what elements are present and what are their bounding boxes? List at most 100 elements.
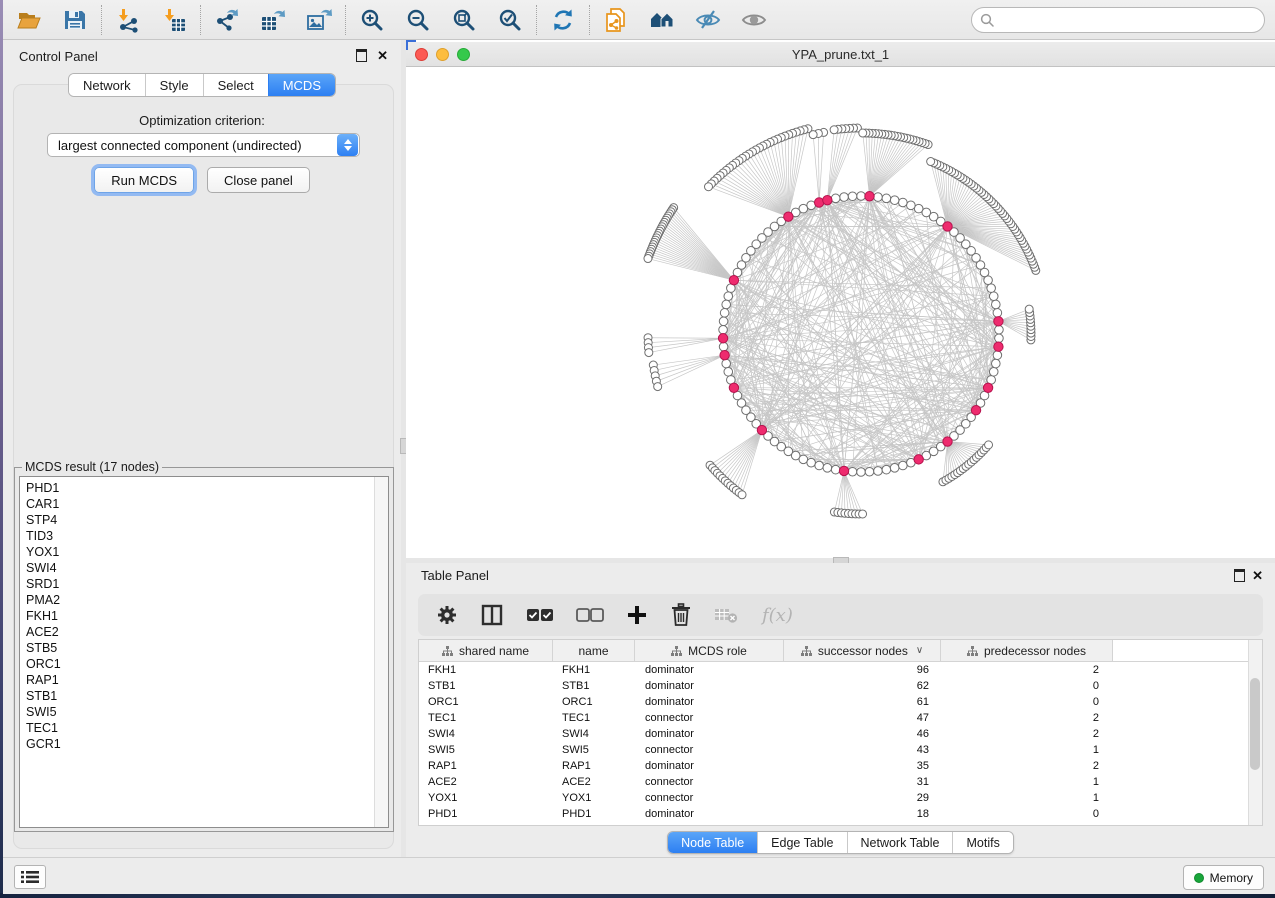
float-panel-icon[interactable]	[356, 49, 367, 67]
cell-successor-nodes: 35	[784, 760, 941, 772]
column-header-predecessor-nodes[interactable]: predecessor nodes	[941, 640, 1113, 661]
tab-mcds[interactable]: MCDS	[268, 74, 335, 96]
zoom-in-icon[interactable]	[359, 7, 385, 33]
mcds-result-item[interactable]: SRD1	[26, 576, 388, 592]
cell-predecessor-nodes: 1	[941, 792, 1113, 804]
tab-style[interactable]: Style	[145, 74, 203, 96]
network-graph[interactable]	[406, 67, 1275, 558]
cell-predecessor-nodes: 2	[941, 712, 1113, 724]
table-scrollbar[interactable]	[1248, 640, 1262, 825]
cell-successor-nodes: 62	[784, 680, 941, 692]
tab-motifs[interactable]: Motifs	[952, 832, 1012, 853]
close-panel-button[interactable]: Close panel	[207, 167, 310, 193]
export-network-icon[interactable]	[214, 7, 240, 33]
tab-select[interactable]: Select	[203, 74, 268, 96]
tab-network[interactable]: Network	[69, 74, 145, 96]
export-image-icon[interactable]	[306, 7, 332, 33]
import-table-icon[interactable]	[161, 7, 187, 33]
memory-button[interactable]: Memory	[1183, 865, 1264, 890]
mcds-list-scrollbar[interactable]	[374, 477, 388, 827]
search-input[interactable]	[999, 12, 1264, 29]
node-table[interactable]: shared namenameMCDS rolesuccessor nodes∨…	[418, 639, 1263, 826]
delete-icon[interactable]	[670, 603, 692, 627]
import-network-icon[interactable]	[115, 7, 141, 33]
mcds-result-list[interactable]: PHD1CAR1STP4TID3YOX1SWI4SRD1PMA2FKH1ACE2…	[19, 476, 389, 828]
column-header-successor-nodes[interactable]: successor nodes∨	[784, 640, 941, 661]
cell-successor-nodes: 47	[784, 712, 941, 724]
tab-network-table[interactable]: Network Table	[847, 832, 953, 853]
zoom-selected-icon[interactable]	[497, 7, 523, 33]
cell-successor-nodes: 43	[784, 744, 941, 756]
cell-mcds-role: dominator	[635, 808, 784, 820]
table-row[interactable]: RAP1RAP1dominator352	[419, 758, 1262, 774]
new-network-from-selection-icon[interactable]	[603, 7, 629, 33]
mcds-result-item[interactable]: RAP1	[26, 672, 388, 688]
run-mcds-button[interactable]: Run MCDS	[94, 167, 194, 193]
mcds-result-item[interactable]: PMA2	[26, 592, 388, 608]
cell-predecessor-nodes: 0	[941, 696, 1113, 708]
mcds-result-item[interactable]: SWI4	[26, 560, 388, 576]
show-columns-icon[interactable]	[480, 603, 504, 627]
refresh-icon[interactable]	[550, 7, 576, 33]
network-canvas[interactable]	[406, 67, 1275, 558]
add-icon[interactable]	[626, 604, 648, 626]
unselect-all-icon[interactable]	[576, 608, 604, 622]
table-row[interactable]: TEC1TEC1connector472	[419, 710, 1262, 726]
network-window-titlebar[interactable]: YPA_prune.txt_1	[406, 42, 1275, 67]
cell-name: RAP1	[553, 760, 635, 772]
select-all-icon[interactable]	[526, 608, 554, 622]
zoom-fit-icon[interactable]	[451, 7, 477, 33]
tab-node-table[interactable]: Node Table	[668, 832, 757, 853]
mcds-result-item[interactable]: STB5	[26, 640, 388, 656]
table-row[interactable]: PHD1PHD1dominator180	[419, 806, 1262, 822]
dropdown-stepper-icon	[337, 134, 358, 156]
table-row[interactable]: ACE2ACE2connector311	[419, 774, 1262, 790]
table-row[interactable]: STB1STB1dominator620	[419, 678, 1262, 694]
zoom-out-icon[interactable]	[405, 7, 431, 33]
sort-chevron-icon[interactable]: ∨	[916, 645, 923, 656]
cell-predecessor-nodes: 2	[941, 664, 1113, 676]
column-header-shared-name[interactable]: shared name	[419, 640, 553, 661]
search-field[interactable]	[971, 7, 1265, 33]
show-all-icon[interactable]	[741, 7, 767, 33]
close-panel-icon[interactable]: ✕	[377, 50, 388, 61]
table-row[interactable]: YOX1YOX1connector291	[419, 790, 1262, 806]
mcds-result-item[interactable]: PHD1	[26, 480, 388, 496]
save-session-icon[interactable]	[62, 7, 88, 33]
mcds-result-item[interactable]: TEC1	[26, 720, 388, 736]
column-header-mcds-role[interactable]: MCDS role	[635, 640, 784, 661]
close-table-panel-icon[interactable]: ✕	[1252, 570, 1263, 581]
show-tasks-button[interactable]	[14, 865, 46, 889]
gear-icon[interactable]	[436, 604, 458, 626]
mcds-result-item[interactable]: ACE2	[26, 624, 388, 640]
mcds-result-item[interactable]: GCR1	[26, 736, 388, 752]
cell-name: SWI4	[553, 728, 635, 740]
cell-predecessor-nodes: 1	[941, 744, 1113, 756]
float-table-panel-icon[interactable]	[1234, 569, 1245, 587]
tab-edge-table[interactable]: Edge Table	[757, 832, 846, 853]
main-toolbar	[3, 0, 1275, 40]
criterion-dropdown[interactable]: largest connected component (undirected)	[47, 133, 360, 157]
open-session-icon[interactable]	[16, 7, 42, 33]
first-neighbors-icon[interactable]	[649, 7, 675, 33]
table-scrollbar-thumb[interactable]	[1250, 678, 1260, 770]
cell-name: SWI5	[553, 744, 635, 756]
table-row[interactable]: SWI4SWI4dominator462	[419, 726, 1262, 742]
mcds-result-item[interactable]: FKH1	[26, 608, 388, 624]
cell-mcds-role: connector	[635, 776, 784, 788]
mcds-result-item[interactable]: SWI5	[26, 704, 388, 720]
column-header-name[interactable]: name	[553, 640, 635, 661]
mcds-result-item[interactable]: YOX1	[26, 544, 388, 560]
cell-shared-name: PHD1	[419, 808, 553, 820]
export-table-icon[interactable]	[260, 7, 286, 33]
status-bar: Memory	[3, 857, 1275, 894]
mcds-result-item[interactable]: ORC1	[26, 656, 388, 672]
mcds-result-item[interactable]: TID3	[26, 528, 388, 544]
mcds-result-item[interactable]: STB1	[26, 688, 388, 704]
mcds-result-item[interactable]: STP4	[26, 512, 388, 528]
hide-selected-icon[interactable]	[695, 7, 721, 33]
table-row[interactable]: SWI5SWI5connector431	[419, 742, 1262, 758]
table-row[interactable]: FKH1FKH1dominator962	[419, 662, 1262, 678]
mcds-result-item[interactable]: CAR1	[26, 496, 388, 512]
table-row[interactable]: ORC1ORC1dominator610	[419, 694, 1262, 710]
